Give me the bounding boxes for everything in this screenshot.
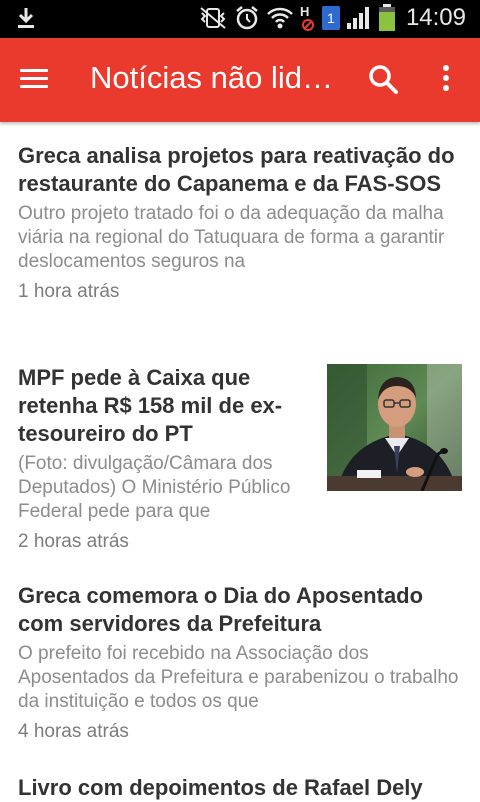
mute-vibrate-icon [200,7,226,29]
app-bar: Notícias não lida… [0,38,480,122]
sim-badge: 1 [321,6,340,30]
article-snippet: (Foto: divulgação/Câmara dos Deputados) … [18,453,291,522]
search-icon[interactable] [366,62,402,98]
article-item[interactable]: Greca analisa projetos para reativação d… [0,142,480,304]
article-item[interactable]: MPF pede à Caixa que retenha R$ 158 mil … [0,364,480,554]
article-time: 2 horas atrás [18,531,129,552]
article-item[interactable]: Greca comemora o Dia do Aposentado com s… [0,582,480,744]
no-data-icon [301,19,314,31]
status-bar: H 1 14:09 [0,0,480,38]
article-time: 1 hora atrás [18,281,120,302]
article-headline: Greca comemora o Dia do Aposentado com s… [18,583,424,636]
article-headline: Greca analisa projetos para reativação d… [18,143,455,196]
status-time: 14:09 [405,4,466,31]
article-thumbnail [327,364,462,491]
signal-icon [346,7,369,29]
article-item[interactable]: Livro com depoimentos de Rafael Dely [0,774,480,802]
battery-icon [378,4,395,31]
network-type-label: H [299,4,310,19]
article-time: 4 horas atrás [18,721,129,742]
page-title: Notícias não lida… [90,60,340,95]
menu-icon[interactable] [20,64,56,96]
wifi-icon [267,7,293,29]
download-icon [18,8,34,28]
article-headline: Livro com depoimentos de Rafael Dely [18,775,423,800]
article-headline: MPF pede à Caixa que retenha R$ 158 mil … [18,365,283,446]
alarm-icon [236,6,258,30]
more-vertical-icon[interactable] [432,62,460,98]
article-snippet: Outro projeto tratado foi o da adequação… [18,203,445,272]
network-type-indicator: H [300,4,316,32]
article-snippet: O prefeito foi recebido na Associação do… [18,643,459,712]
